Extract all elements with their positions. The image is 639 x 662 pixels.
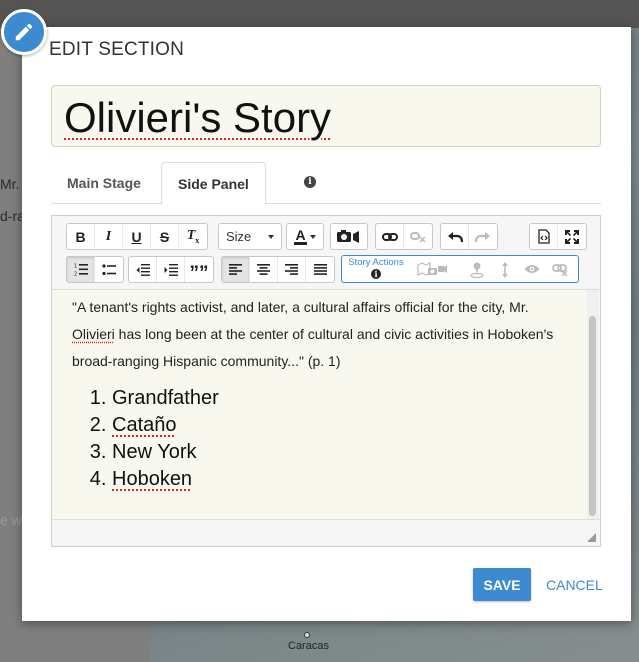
blockquote-button[interactable]: ””	[185, 257, 213, 283]
map-city-label: Caracas	[288, 640, 329, 652]
resize-handle-icon[interactable]	[587, 533, 596, 542]
font-size-label: Size	[226, 229, 252, 244]
info-icon[interactable]: i	[371, 269, 381, 279]
font-color-icon: A	[294, 226, 307, 245]
font-size-dropdown[interactable]: Size	[219, 224, 281, 249]
bullet-list-icon	[102, 263, 116, 275]
remove-action-icon[interactable]	[552, 263, 568, 276]
unlink-button[interactable]	[404, 224, 432, 249]
align-right-icon	[285, 264, 298, 275]
align-group	[221, 256, 335, 283]
rich-text-editor: B I U S Tx Size A 1 2 ”” Story Actions i…	[51, 215, 601, 547]
chevron-down-icon	[309, 234, 316, 239]
list-item: Hoboken	[112, 466, 568, 493]
story-actions-label: Story Actions i	[348, 257, 404, 279]
svg-text:1: 1	[74, 264, 77, 270]
list-item: Grandfather	[112, 385, 568, 412]
insert-media-button[interactable]	[331, 224, 367, 249]
bold-button[interactable]: B	[67, 224, 95, 249]
editor-statusbar	[52, 519, 600, 546]
indent-icon	[164, 263, 178, 276]
justify-icon	[313, 264, 327, 275]
color-group: A	[286, 223, 324, 250]
align-left-icon	[229, 264, 242, 275]
numbered-list-icon: 12	[74, 264, 88, 277]
clear-format-button[interactable]: Tx	[179, 224, 207, 249]
align-center-button[interactable]	[250, 257, 278, 282]
editor-toolbar: B I U S Tx Size A 1 2 ”” Story Actions i	[52, 216, 600, 290]
scrollbar-thumb[interactable]	[589, 316, 596, 516]
list-group: 12	[66, 256, 124, 283]
fullscreen-button[interactable]	[558, 224, 586, 249]
italic-button[interactable]: I	[95, 224, 123, 249]
cancel-button[interactable]: CANCEL	[546, 568, 603, 601]
tab-bar: Main Stage Side Panel i	[51, 162, 601, 205]
outdent-button[interactable]	[129, 257, 157, 282]
story-actions-group: Story Actions i	[341, 255, 579, 283]
section-title-text: Olivieri's Story	[64, 94, 332, 141]
font-color-button[interactable]: A	[287, 224, 323, 249]
history-group	[440, 223, 498, 250]
bullet-list-button[interactable]	[95, 257, 123, 282]
misspelled-word: Olivieri	[72, 326, 115, 342]
undo-icon	[447, 231, 463, 242]
map-media-icon[interactable]	[417, 262, 447, 278]
redo-icon	[475, 231, 490, 242]
editor-content[interactable]: "A tenant's rights activist, and later, …	[52, 290, 588, 519]
list-item: New York	[112, 439, 568, 466]
chevron-down-icon	[268, 234, 274, 239]
link-icon	[381, 232, 398, 241]
info-icon[interactable]: i	[304, 176, 316, 188]
link-button[interactable]	[376, 224, 404, 249]
source-code-icon	[537, 229, 550, 244]
background-text-3: e w	[0, 512, 22, 528]
align-center-icon	[257, 264, 270, 275]
justify-button[interactable]	[306, 257, 334, 282]
editor-scrollbar[interactable]	[587, 290, 599, 519]
camera-video-icon	[337, 229, 359, 243]
expand-icon	[565, 229, 579, 244]
eye-icon[interactable]	[524, 264, 540, 274]
strikethrough-button[interactable]: S	[151, 224, 179, 249]
ordered-list-button[interactable]: 12	[67, 257, 95, 282]
ordered-list: Grandfather Cataño New York Hoboken	[72, 385, 568, 493]
section-title-input[interactable]: Olivieri's Story	[51, 85, 601, 147]
save-button[interactable]: SAVE	[473, 568, 531, 601]
align-right-button[interactable]	[278, 257, 306, 282]
svg-text:2: 2	[74, 272, 77, 277]
indent-button[interactable]	[157, 257, 185, 282]
quote-paragraph: "A tenant's rights activist, and later, …	[72, 299, 554, 369]
tab-side-panel[interactable]: Side Panel	[161, 162, 266, 205]
background-header	[0, 0, 639, 28]
edit-section-dialog: EDIT SECTION Olivieri's Story Main Stage…	[22, 27, 631, 621]
outdent-icon	[136, 263, 150, 276]
list-item: Cataño	[112, 412, 568, 439]
dialog-title: EDIT SECTION	[49, 39, 185, 60]
align-left-button[interactable]	[222, 257, 250, 282]
indent-group: ””	[128, 256, 214, 283]
background-text-1: Mr.	[0, 176, 20, 192]
tab-main-stage[interactable]: Main Stage	[51, 162, 157, 204]
undo-button[interactable]	[441, 224, 469, 249]
link-group	[375, 223, 433, 250]
clear-format-icon: Tx	[186, 228, 200, 245]
underline-button[interactable]: U	[123, 224, 151, 249]
media-group	[330, 223, 368, 250]
map-location-icon[interactable]	[470, 262, 484, 278]
vertical-resize-icon[interactable]	[501, 262, 509, 278]
redo-button[interactable]	[469, 224, 497, 249]
pencil-icon	[1, 9, 47, 55]
view-group	[529, 223, 587, 250]
unlink-icon	[410, 231, 426, 243]
source-button[interactable]	[530, 224, 558, 249]
map-city-marker	[304, 632, 310, 638]
size-group: Size	[218, 223, 282, 250]
format-group: B I U S Tx	[66, 223, 208, 250]
